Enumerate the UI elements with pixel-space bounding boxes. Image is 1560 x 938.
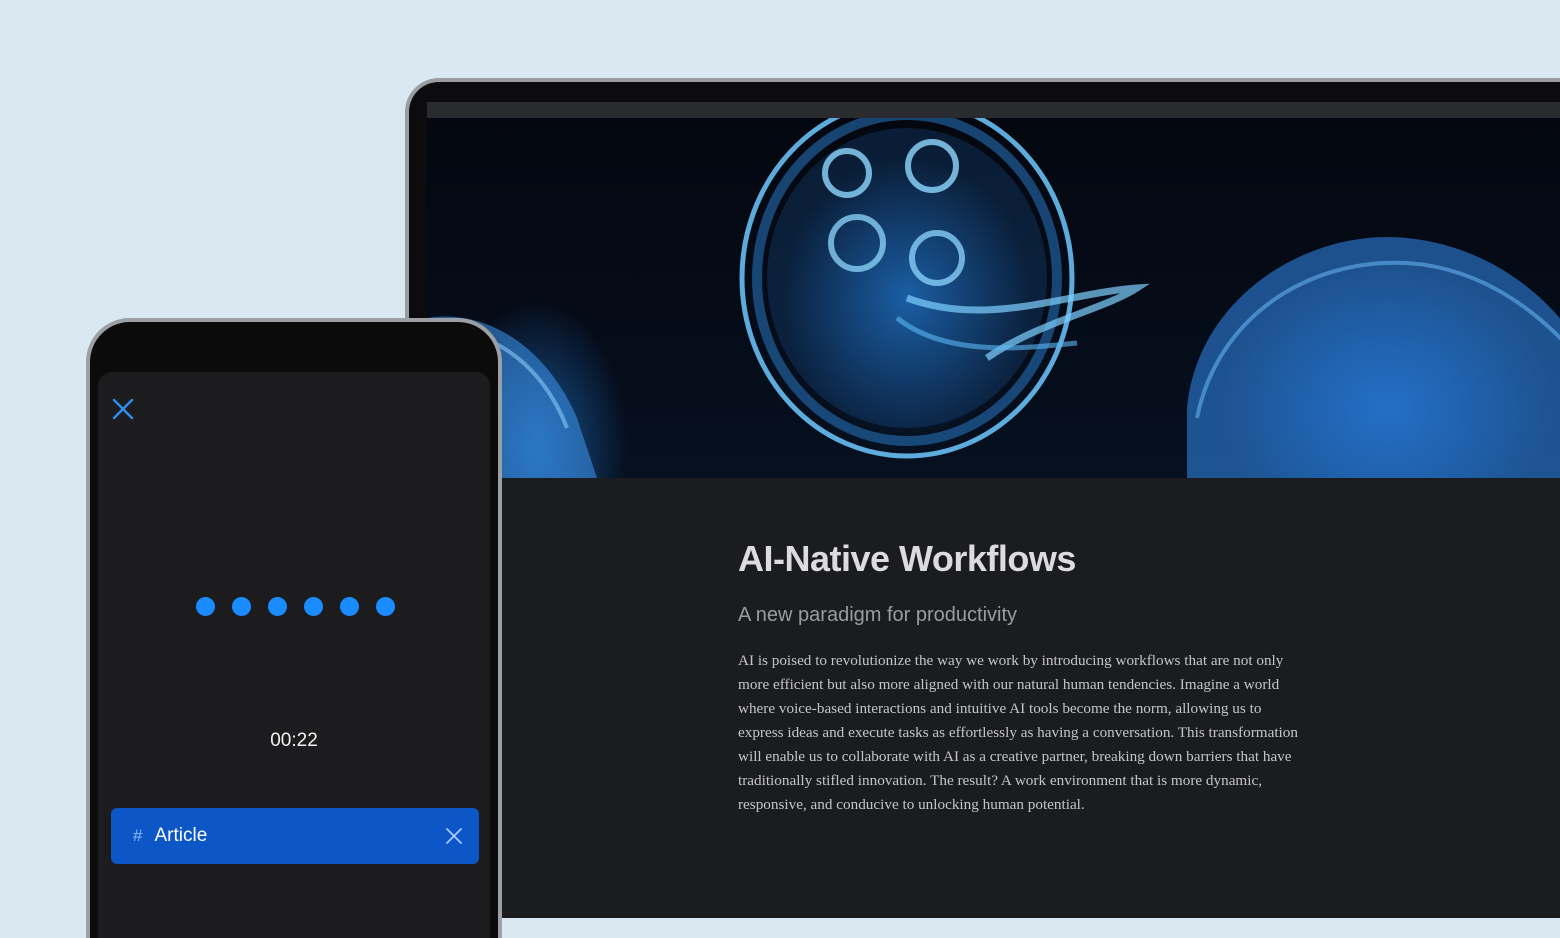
chip-label: Article — [154, 825, 208, 846]
phone-screen: 00:22 # Article — [98, 372, 490, 938]
article-tag-chip[interactable]: # Article — [111, 808, 479, 864]
recording-timer: 00:22 — [270, 730, 318, 751]
jellyfish-illustration — [427, 118, 1560, 478]
indicator-dot — [340, 597, 359, 616]
indicator-dot — [304, 597, 323, 616]
recording-indicator — [196, 597, 395, 616]
hero-image-jellyfish — [427, 118, 1560, 478]
laptop-device: AI-Native Workflows A new paradigm for p… — [405, 78, 1560, 918]
article-subtitle: A new paradigm for productivity — [738, 604, 1018, 626]
indicator-dot — [196, 597, 215, 616]
indicator-dot — [376, 597, 395, 616]
article-title: AI-Native Workflows — [738, 538, 1076, 579]
hash-icon: # — [133, 826, 143, 845]
article-body: AI is poised to revolutionize the way we… — [738, 652, 1298, 813]
indicator-dot — [268, 597, 287, 616]
close-button[interactable] — [110, 396, 136, 422]
phone-device: 00:22 # Article — [86, 318, 502, 938]
laptop-screen: AI-Native Workflows A new paradigm for p… — [427, 118, 1560, 918]
article-content: AI-Native Workflows A new paradigm for p… — [738, 538, 1308, 817]
close-icon[interactable] — [445, 827, 463, 845]
close-icon — [112, 398, 134, 420]
indicator-dot — [232, 597, 251, 616]
